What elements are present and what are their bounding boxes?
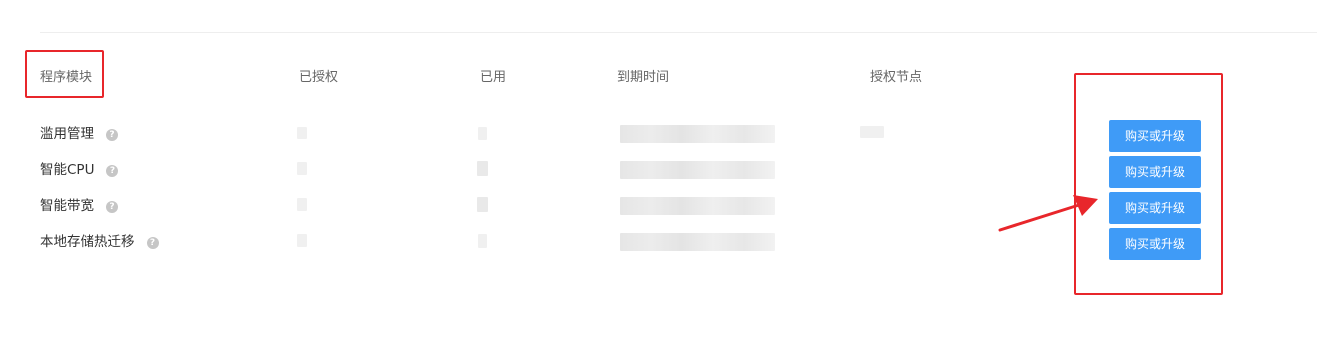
question-circle-icon[interactable]: ? xyxy=(146,237,159,249)
redacted-used xyxy=(478,234,487,248)
redacted-expiry xyxy=(620,197,775,215)
redacted-used xyxy=(477,197,488,212)
redacted-expiry xyxy=(620,233,775,251)
module-name: 智能CPU? xyxy=(40,152,119,188)
redacted-authorized xyxy=(297,127,307,139)
module-name: 智能带宽? xyxy=(40,188,118,224)
module-name: 滥用管理? xyxy=(40,116,118,152)
redacted-expiry xyxy=(620,161,775,179)
redacted-authorized xyxy=(297,198,307,211)
question-circle-icon[interactable]: ? xyxy=(106,129,118,141)
header-used: 已用 xyxy=(480,70,507,85)
annotation-arrow-icon xyxy=(998,195,1098,232)
module-name-label: 本地存储热迁移 xyxy=(40,234,135,250)
redacted-authorized xyxy=(297,162,307,175)
redacted-used xyxy=(478,127,487,140)
header-authorized: 已授权 xyxy=(299,70,339,85)
question-circle-icon[interactable]: ? xyxy=(106,201,118,213)
module-name: 本地存储热迁移? xyxy=(40,224,159,260)
annotation-box-buttons xyxy=(1074,73,1223,295)
top-divider xyxy=(40,32,1317,33)
header-expiry: 到期时间 xyxy=(617,70,670,85)
question-circle-icon[interactable]: ? xyxy=(106,165,119,177)
redacted-nodes xyxy=(860,126,884,138)
header-nodes: 授权节点 xyxy=(870,70,923,85)
redacted-authorized xyxy=(297,234,307,247)
redacted-expiry xyxy=(620,125,775,143)
module-name-label: 智能CPU xyxy=(40,162,95,178)
module-name-label: 滥用管理 xyxy=(40,126,94,142)
module-name-label: 智能带宽 xyxy=(40,198,94,214)
annotation-box-header xyxy=(25,50,104,98)
redacted-used xyxy=(477,161,488,176)
